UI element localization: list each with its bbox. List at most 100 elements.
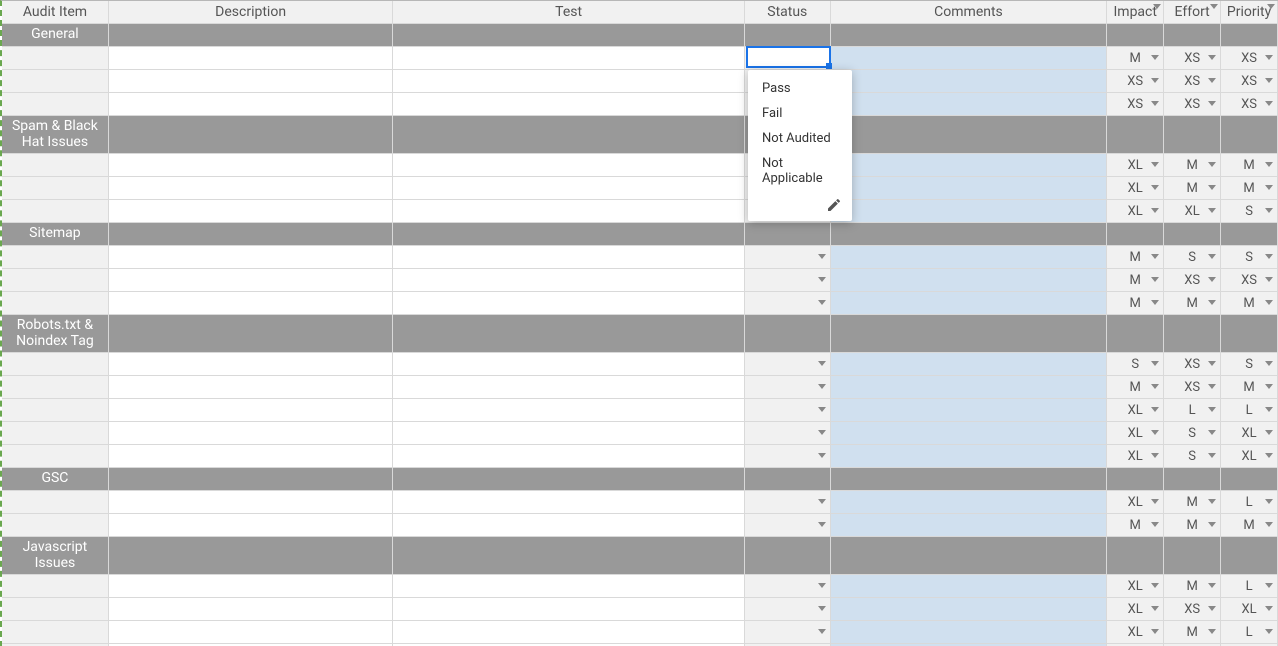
cell-prio[interactable]: XS (1221, 93, 1278, 115)
cell-effort[interactable]: M (1164, 514, 1221, 536)
chevron-down-icon[interactable] (1208, 78, 1216, 83)
cell-prio[interactable]: XL (1221, 598, 1278, 620)
chevron-down-icon[interactable] (1208, 208, 1216, 213)
chevron-down-icon[interactable] (818, 361, 826, 366)
cell-status[interactable] (745, 399, 831, 421)
cell-test[interactable] (393, 47, 744, 69)
chevron-down-icon[interactable] (1208, 277, 1216, 282)
cell-status[interactable] (745, 621, 831, 643)
chevron-down-icon[interactable] (1151, 430, 1159, 435)
cell-desc[interactable] (109, 292, 394, 314)
cell-test[interactable] (393, 491, 744, 513)
chevron-down-icon[interactable] (1151, 300, 1159, 305)
cell-desc[interactable] (109, 93, 394, 115)
cell-desc[interactable] (109, 445, 394, 467)
cell-comm[interactable] (831, 292, 1108, 314)
cell-impact[interactable]: M (1107, 246, 1164, 268)
cell-desc[interactable] (109, 399, 394, 421)
chevron-down-icon[interactable] (818, 407, 826, 412)
chevron-down-icon[interactable] (818, 499, 826, 504)
chevron-down-icon[interactable] (1208, 185, 1216, 190)
cell-prio[interactable]: L (1221, 491, 1278, 513)
chevron-down-icon[interactable] (818, 384, 826, 389)
cell-comm[interactable] (831, 70, 1108, 92)
cell-comm[interactable] (831, 177, 1108, 199)
cell-effort[interactable]: M (1164, 154, 1221, 176)
chevron-down-icon[interactable] (818, 430, 826, 435)
cell-comm[interactable] (831, 246, 1108, 268)
cell-test[interactable] (393, 292, 744, 314)
cell-comm[interactable] (831, 514, 1108, 536)
chevron-down-icon[interactable] (818, 522, 826, 527)
chevron-down-icon[interactable] (818, 277, 826, 282)
cell-comm[interactable] (831, 353, 1108, 375)
cell-comm[interactable] (831, 93, 1108, 115)
cell-impact[interactable]: XL (1107, 598, 1164, 620)
chevron-down-icon[interactable] (1151, 55, 1159, 60)
chevron-down-icon[interactable] (1151, 101, 1159, 106)
cell-test[interactable] (393, 70, 744, 92)
cell-desc[interactable] (109, 269, 394, 291)
chevron-down-icon[interactable] (1265, 300, 1273, 305)
chevron-down-icon[interactable] (818, 606, 826, 611)
chevron-down-icon[interactable] (1151, 499, 1159, 504)
cell-test[interactable] (393, 246, 744, 268)
chevron-down-icon[interactable] (1151, 162, 1159, 167)
cell-prio[interactable]: XS (1221, 47, 1278, 69)
cell-test[interactable] (393, 200, 744, 222)
cell-desc[interactable] (109, 491, 394, 513)
cell-effort[interactable]: S (1164, 246, 1221, 268)
chevron-down-icon[interactable] (1265, 499, 1273, 504)
cell-impact[interactable]: XL (1107, 575, 1164, 597)
cell-prio[interactable]: L (1221, 621, 1278, 643)
cell-status[interactable] (745, 445, 831, 467)
cell-effort[interactable]: S (1164, 445, 1221, 467)
chevron-down-icon[interactable] (1151, 522, 1159, 527)
cell-effort[interactable]: M (1164, 575, 1221, 597)
cell-status[interactable] (745, 514, 831, 536)
cell-test[interactable] (393, 399, 744, 421)
chevron-down-icon[interactable] (1151, 384, 1159, 389)
chevron-down-icon[interactable] (1151, 254, 1159, 259)
chevron-down-icon[interactable] (1265, 629, 1273, 634)
chevron-down-icon[interactable] (1208, 522, 1216, 527)
cell-impact[interactable]: XL (1107, 422, 1164, 444)
cell-status[interactable] (745, 47, 831, 69)
chevron-down-icon[interactable] (818, 453, 826, 458)
chevron-down-icon[interactable] (1208, 606, 1216, 611)
cell-effort[interactable]: XS (1164, 93, 1221, 115)
chevron-down-icon[interactable] (1265, 185, 1273, 190)
cell-status[interactable] (745, 269, 831, 291)
cell-desc[interactable] (109, 514, 394, 536)
cell-prio[interactable]: S (1221, 200, 1278, 222)
cell-impact[interactable]: XL (1107, 445, 1164, 467)
cell-impact[interactable]: S (1107, 353, 1164, 375)
cell-status[interactable] (745, 575, 831, 597)
cell-effort[interactable]: L (1164, 399, 1221, 421)
cell-effort[interactable]: S (1164, 422, 1221, 444)
cell-effort[interactable]: M (1164, 292, 1221, 314)
cell-comm[interactable] (831, 269, 1108, 291)
cell-comm[interactable] (831, 422, 1108, 444)
cell-desc[interactable] (109, 246, 394, 268)
filter-icon[interactable] (1267, 4, 1275, 9)
cell-test[interactable] (393, 93, 744, 115)
chevron-down-icon[interactable] (1151, 361, 1159, 366)
cell-effort[interactable]: M (1164, 621, 1221, 643)
chevron-down-icon[interactable] (1208, 361, 1216, 366)
cell-effort[interactable]: XS (1164, 353, 1221, 375)
cell-status[interactable] (745, 353, 831, 375)
chevron-down-icon[interactable] (1151, 583, 1159, 588)
cell-prio[interactable]: XS (1221, 269, 1278, 291)
cell-status[interactable] (745, 598, 831, 620)
cell-comm[interactable] (831, 598, 1108, 620)
cell-test[interactable] (393, 598, 744, 620)
chevron-down-icon[interactable] (1265, 453, 1273, 458)
cell-prio[interactable]: M (1221, 177, 1278, 199)
cell-comm[interactable] (831, 154, 1108, 176)
dropdown-option[interactable]: Fail (748, 101, 852, 126)
chevron-down-icon[interactable] (1265, 361, 1273, 366)
cell-prio[interactable]: L (1221, 575, 1278, 597)
cell-prio[interactable]: M (1221, 376, 1278, 398)
chevron-down-icon[interactable] (1265, 208, 1273, 213)
